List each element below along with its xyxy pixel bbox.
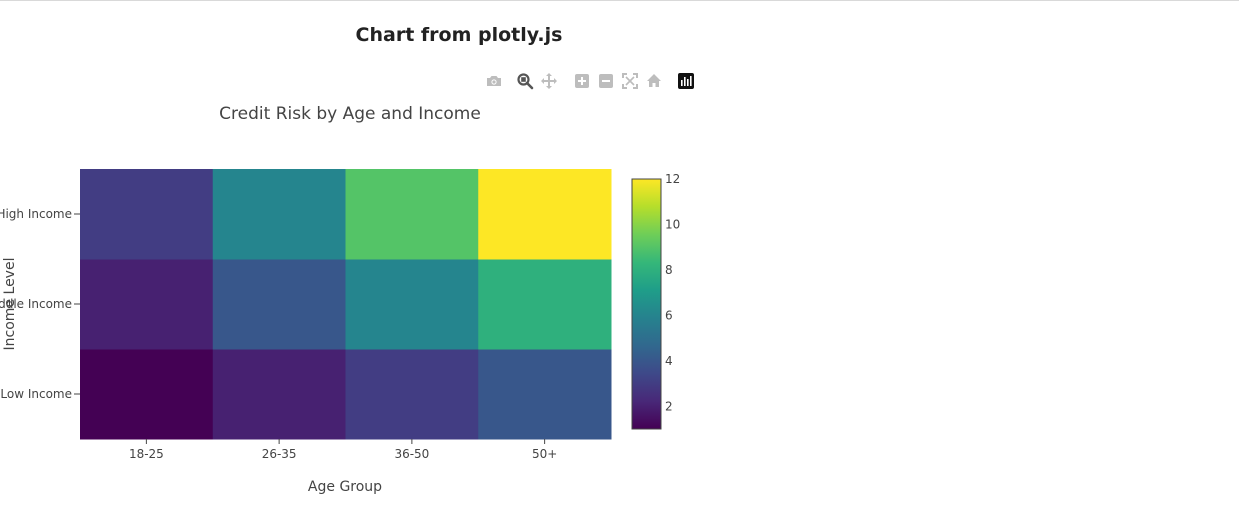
x-axis-ticks: 18-25 26-35 36-50 50+ xyxy=(129,439,557,461)
heatmap-chart: Credit Risk by Age and Income 18-25 26-35… xyxy=(0,104,680,495)
x-tick-label: 50+ xyxy=(532,447,557,461)
colorbar-tick-label: 10 xyxy=(665,217,680,231)
heatmap-cells xyxy=(80,169,612,440)
top-divider xyxy=(0,0,1239,1)
y-tick-label: High Income xyxy=(0,207,72,221)
plotly-logo-icon[interactable] xyxy=(677,72,695,90)
modebar xyxy=(482,72,702,92)
chart-title: Credit Risk by Age and Income xyxy=(219,104,481,124)
y-axis-title: Income Level xyxy=(2,258,18,351)
heatmap-cell xyxy=(80,169,214,260)
heatmap-cell xyxy=(478,349,612,440)
heatmap-cell xyxy=(80,259,214,350)
heatmap-cell xyxy=(478,169,612,260)
colorbar-tick-label: 6 xyxy=(665,308,673,322)
heatmap-cell xyxy=(345,169,479,260)
colorbar-tick-label: 8 xyxy=(665,263,673,277)
heatmap-cell xyxy=(80,349,214,440)
heatmap-cell xyxy=(212,169,346,260)
pan-icon[interactable] xyxy=(540,72,558,90)
zoom-out-icon[interactable] xyxy=(597,72,615,90)
x-tick-label: 36-50 xyxy=(394,447,429,461)
zoom-icon[interactable] xyxy=(516,72,534,90)
colorbar-ticks: 2 4 6 8 10 12 xyxy=(665,172,680,413)
heatmap-cell xyxy=(478,259,612,350)
page-title: Chart from plotly.js xyxy=(355,24,563,46)
heatmap-cell xyxy=(345,259,479,350)
x-tick-label: 18-25 xyxy=(129,447,164,461)
autoscale-icon[interactable] xyxy=(621,72,639,90)
home-icon[interactable] xyxy=(645,72,663,90)
zoom-in-icon[interactable] xyxy=(573,72,591,90)
colorbar-tick-label: 12 xyxy=(665,172,680,186)
colorbar-tick-label: 2 xyxy=(665,399,673,413)
camera-icon[interactable] xyxy=(485,72,503,90)
y-tick-label: Low Income xyxy=(0,387,72,401)
colorbar-tick-label: 4 xyxy=(665,354,673,368)
colorbar xyxy=(631,178,662,430)
heatmap-cell xyxy=(212,349,346,440)
x-tick-label: 26-35 xyxy=(262,447,297,461)
x-axis-title: Age Group xyxy=(308,479,382,495)
heatmap-cell xyxy=(345,349,479,440)
heatmap-cell xyxy=(212,259,346,350)
